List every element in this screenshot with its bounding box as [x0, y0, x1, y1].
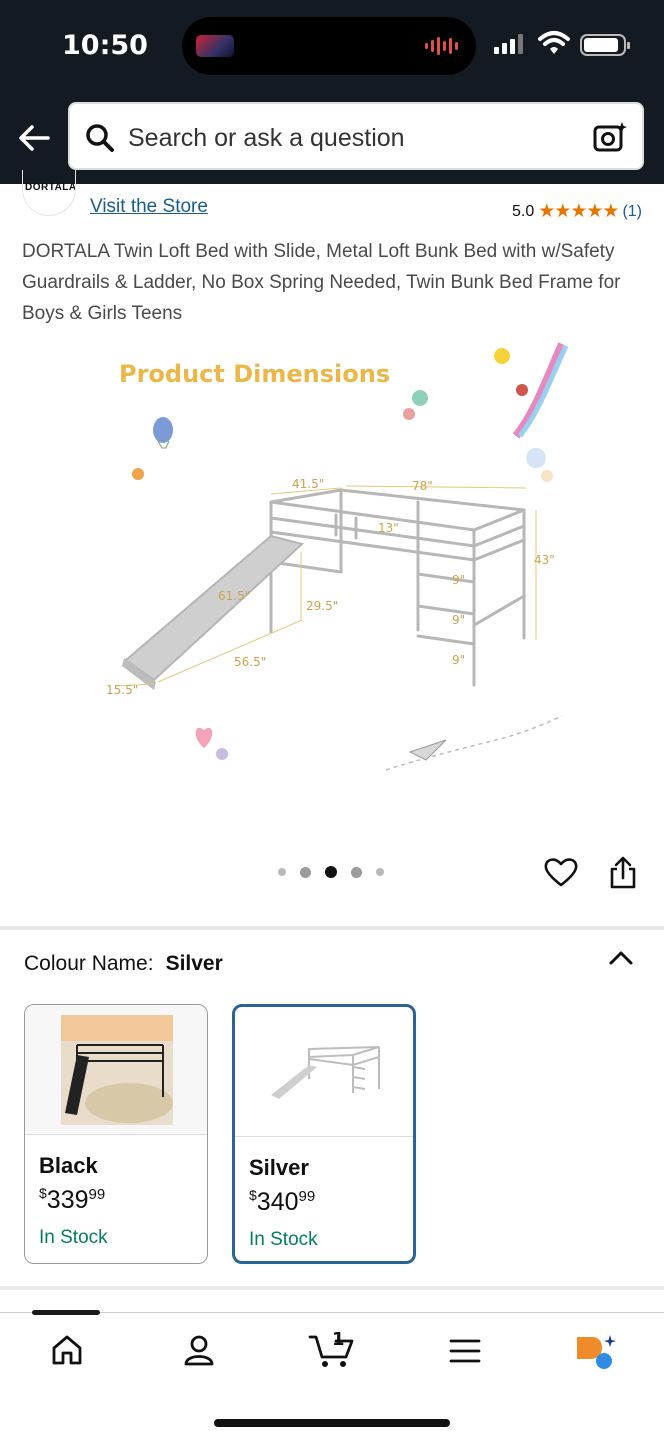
price-cents: 99 — [298, 1188, 316, 1205]
search-icon — [86, 124, 114, 152]
rating-score: 5.0 — [512, 202, 535, 220]
colour-option-silver[interactable]: Silver $34099 In Stock — [232, 1004, 416, 1264]
cart-icon[interactable]: 1 — [308, 1329, 356, 1369]
search-input[interactable]: Search or ask a question — [128, 124, 405, 153]
colour-option-name: Silver — [249, 1155, 309, 1180]
audio-waveform-icon — [425, 35, 458, 57]
colour-option-price: $33999 — [39, 1185, 105, 1215]
paper-plane-icon — [408, 739, 447, 761]
bottom-nav: 1 — [0, 1310, 664, 1440]
colour-option-price: $34099 — [249, 1187, 315, 1217]
carousel-dots[interactable] — [278, 866, 384, 878]
back-arrow-icon[interactable] — [16, 120, 52, 156]
product-title: DORTALA Twin Loft Bed with Slide, Metal … — [22, 241, 621, 324]
currency-symbol: $ — [39, 1185, 47, 1201]
camera-search-icon[interactable] — [592, 120, 628, 154]
rating-summary[interactable]: 5.0 ★★★★★ (1) — [512, 200, 642, 223]
balloon-icon — [412, 390, 428, 406]
dim-label: 41.5" — [292, 477, 324, 491]
cart-count: 1 — [332, 1329, 345, 1350]
colour-label: Colour Name: — [24, 952, 154, 975]
hot-air-balloon-icon — [153, 417, 173, 443]
heart-icon[interactable] — [544, 856, 578, 888]
carousel-dot[interactable] — [278, 868, 286, 876]
now-playing-artwork — [196, 35, 234, 57]
cellular-signal-icon — [494, 34, 523, 54]
colour-option-name: Black — [39, 1153, 98, 1178]
brand-logo-text: DORTALA — [25, 182, 76, 193]
status-time: 10:50 — [62, 30, 148, 61]
rufus-assistant-icon[interactable] — [574, 1333, 618, 1371]
dim-label: 9" — [452, 613, 465, 627]
home-icon[interactable] — [50, 1333, 84, 1367]
home-indicator — [214, 1419, 450, 1427]
account-icon[interactable] — [182, 1333, 216, 1367]
price-dollars: 340 — [256, 1188, 299, 1216]
dim-label: 78" — [412, 479, 433, 493]
colour-selected-value: Silver — [165, 952, 223, 975]
chevron-up-icon[interactable] — [608, 948, 634, 968]
colour-option-image — [235, 1007, 413, 1137]
dim-label: 9" — [452, 573, 465, 587]
dim-label: 56.5" — [234, 655, 266, 669]
sun-icon — [494, 348, 510, 364]
paper-plane-path — [385, 715, 563, 771]
search-bar[interactable]: Search or ask a question — [68, 102, 644, 170]
loft-bed-diagram: 41.5" 78" 13" 43" 9" 9" 9" 61.5" 29.5" 5… — [106, 342, 569, 771]
star-rating-icon: ★★★★★ — [538, 201, 619, 222]
top-header: 10:50 Search or ask a question — [0, 0, 664, 184]
colour-option-black[interactable]: Black $33999 In Stock — [24, 1004, 208, 1264]
dim-label: 43" — [534, 553, 555, 567]
battery-icon — [580, 34, 630, 56]
carousel-dot[interactable] — [300, 866, 311, 878]
dim-label: 15.5" — [106, 683, 138, 697]
colour-option-image — [25, 1005, 207, 1135]
price-cents: 99 — [88, 1186, 106, 1203]
dim-label: 13" — [378, 521, 399, 535]
menu-icon[interactable] — [448, 1337, 482, 1365]
share-icon[interactable] — [608, 856, 638, 890]
section-divider — [0, 926, 664, 930]
wifi-icon — [538, 31, 570, 54]
rating-count[interactable]: (1) — [622, 203, 642, 221]
colour-option-stock: In Stock — [249, 1229, 318, 1250]
currency-symbol: $ — [249, 1187, 257, 1203]
colour-name-row: Colour Name: Silver — [24, 952, 223, 976]
carousel-dot[interactable] — [351, 866, 362, 878]
product-image[interactable]: Product Dimensions 41.5" 78" 13" 43" 9" … — [96, 340, 576, 800]
heart-balloon-icon — [195, 727, 213, 748]
price-dollars: 339 — [46, 1186, 89, 1214]
dim-label: 29.5" — [306, 599, 338, 613]
dim-label: 61.5" — [218, 589, 250, 603]
section-divider — [0, 1286, 664, 1290]
visit-store-link[interactable]: Visit the Store — [90, 196, 208, 218]
dynamic-island — [182, 17, 476, 75]
carousel-dot[interactable] — [376, 868, 384, 876]
colour-option-stock: In Stock — [39, 1227, 108, 1248]
kite-girl-decoration — [516, 384, 528, 396]
brand-logo[interactable]: DORTALA — [22, 170, 76, 216]
active-tab-indicator — [32, 1310, 100, 1315]
carousel-dot-active[interactable] — [325, 866, 337, 878]
dim-label: 9" — [452, 653, 465, 667]
